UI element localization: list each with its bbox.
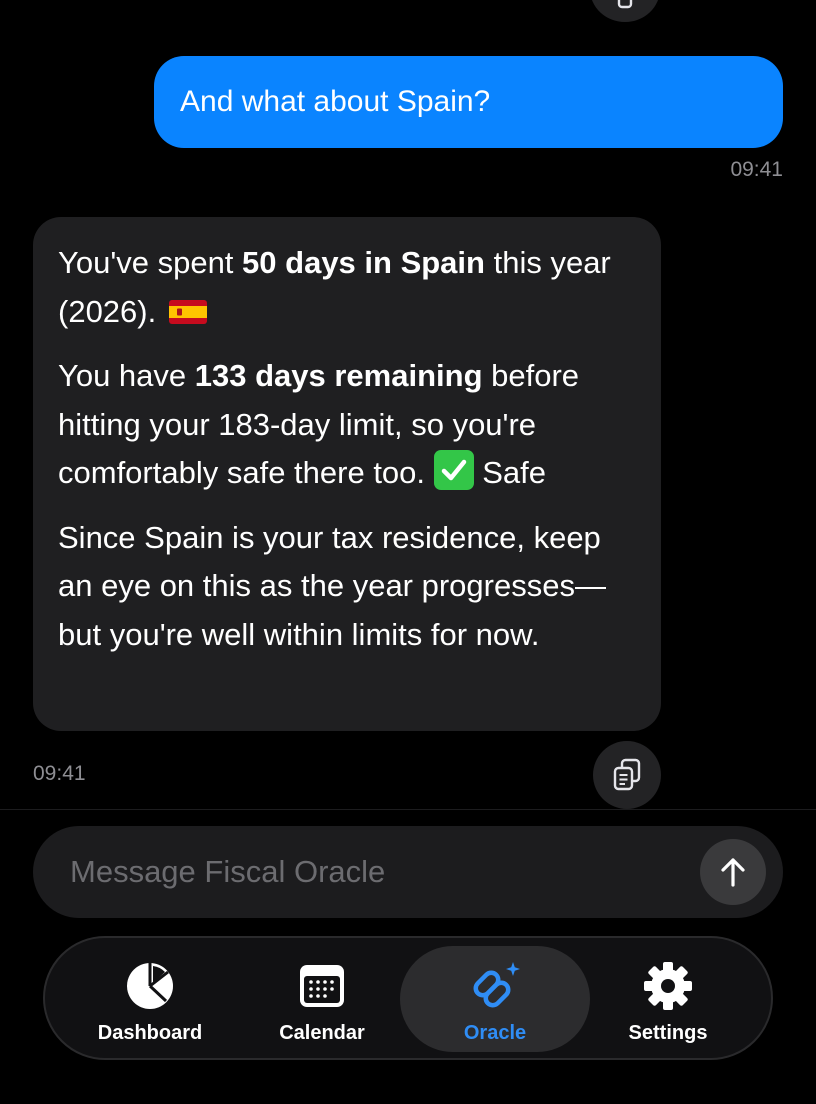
highlight-days-in-spain: 50 days in Spain bbox=[242, 245, 485, 280]
gear-icon bbox=[644, 962, 692, 1010]
calendar-icon bbox=[300, 965, 344, 1007]
text-run: You have bbox=[58, 358, 195, 393]
copy-icon bbox=[613, 758, 641, 791]
tab-label: Calendar bbox=[279, 1022, 365, 1044]
tab-settings[interactable]: Settings bbox=[573, 946, 763, 1052]
tab-label: Settings bbox=[628, 1022, 708, 1044]
copy-icon bbox=[617, 0, 633, 9]
message-input[interactable] bbox=[70, 854, 680, 890]
tab-bar: Dashboard Calendar Oracle Settings bbox=[43, 936, 773, 1060]
assistant-message-time: 09:41 bbox=[33, 762, 86, 785]
user-message-text: And what about Spain? bbox=[180, 85, 491, 118]
assistant-paragraph-3: Since Spain is your tax residence, keep … bbox=[58, 519, 606, 652]
safe-status-label: Safe bbox=[473, 455, 547, 490]
send-button[interactable] bbox=[700, 839, 766, 905]
tab-label: Dashboard bbox=[97, 1022, 203, 1044]
highlight-days-remaining: 133 days remaining bbox=[194, 358, 483, 393]
assistant-message-bubble: You've spent 50 days in Spain this year … bbox=[33, 217, 661, 731]
user-message-time: 09:41 bbox=[730, 158, 783, 181]
chat-screen: And what about Spain? 09:41 You've spent… bbox=[0, 0, 816, 1104]
tab-dashboard[interactable]: Dashboard bbox=[55, 946, 245, 1052]
assistant-paragraph-2: You have 133 days remaining before hitti… bbox=[58, 352, 637, 498]
copy-button[interactable] bbox=[590, 0, 660, 22]
check-mark-icon bbox=[433, 450, 474, 490]
tab-calendar[interactable]: Calendar bbox=[227, 946, 417, 1052]
user-message-bubble: And what about Spain? bbox=[154, 56, 783, 148]
assistant-paragraph-1: You've spent 50 days in Spain this year … bbox=[58, 239, 637, 336]
composer-divider bbox=[0, 809, 816, 810]
message-composer bbox=[33, 826, 783, 918]
arrow-up-icon bbox=[721, 858, 745, 887]
tab-oracle[interactable]: Oracle bbox=[400, 946, 590, 1052]
pie-chart-icon bbox=[127, 963, 173, 1009]
spain-flag-icon bbox=[168, 299, 207, 324]
copy-button[interactable] bbox=[593, 741, 661, 809]
oracle-sparkle-icon bbox=[473, 962, 520, 1008]
tab-label: Oracle bbox=[463, 1022, 527, 1044]
text-run: You've spent bbox=[58, 245, 243, 280]
